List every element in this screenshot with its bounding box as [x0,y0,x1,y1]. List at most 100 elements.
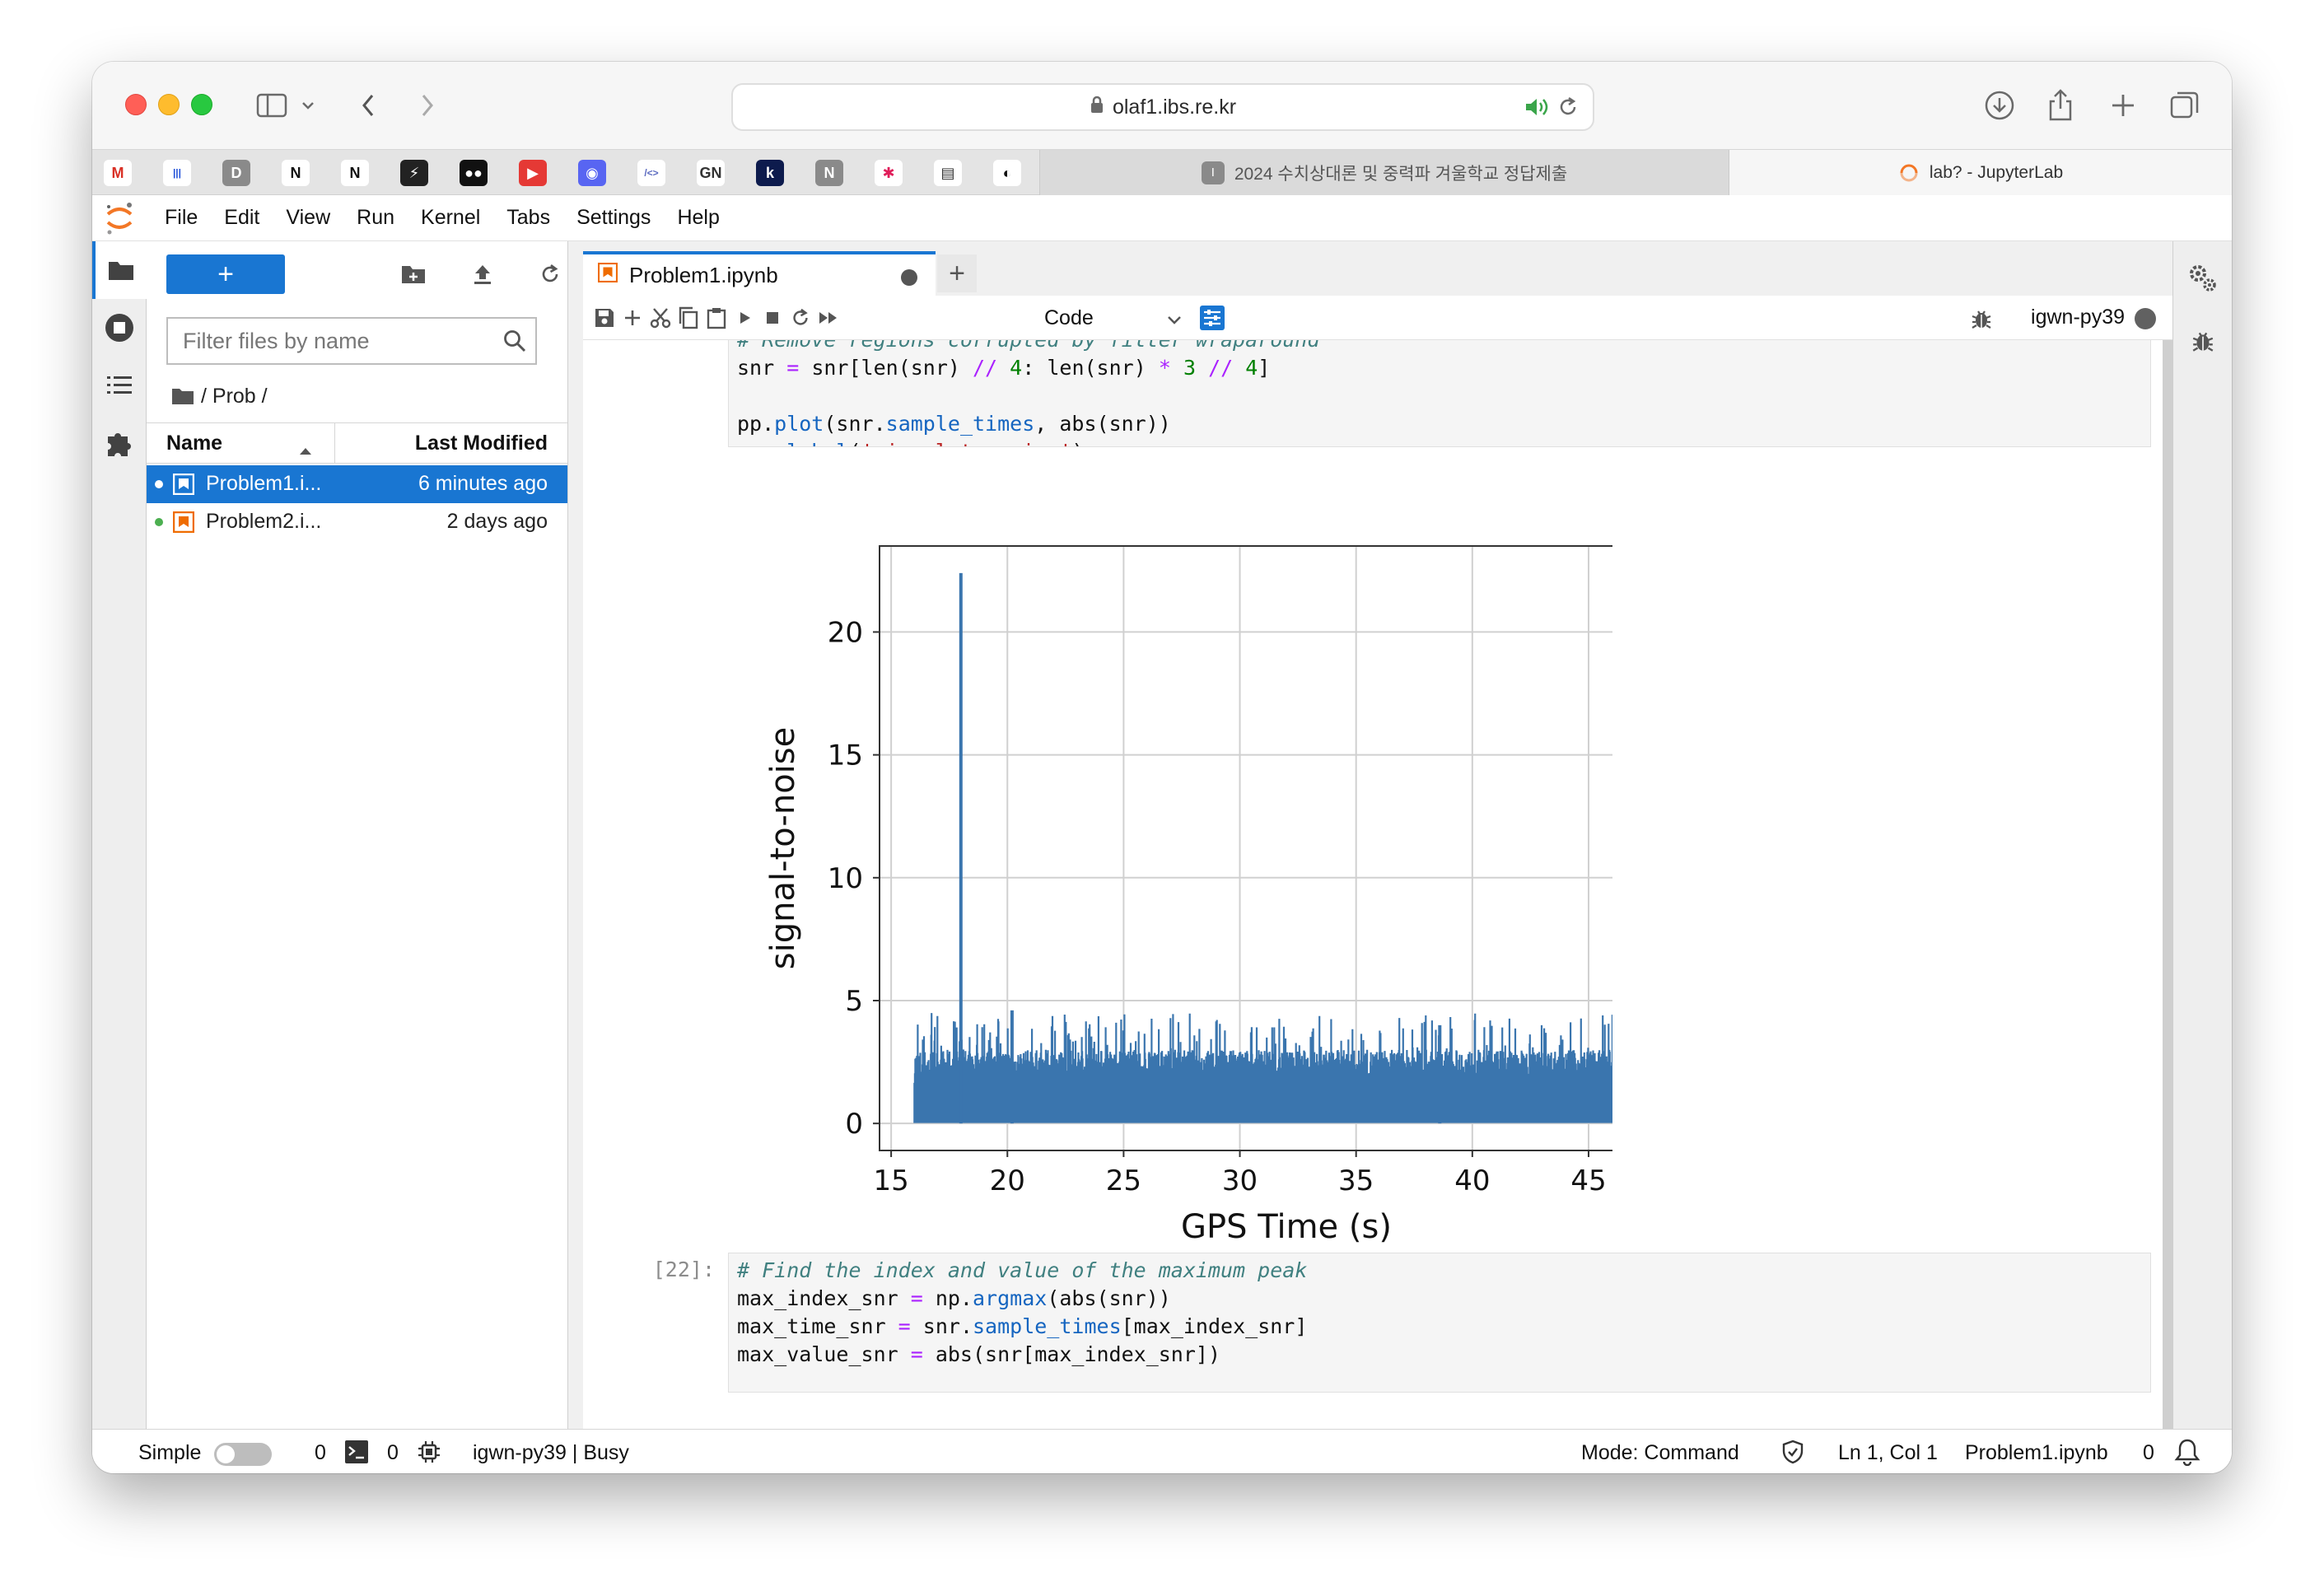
x-tick-label: 35 [1338,1164,1374,1197]
notion-icon[interactable]: N [282,160,310,186]
x-tick-label: 20 [990,1164,1025,1197]
notebook-tab[interactable]: Problem1.ipynb [583,251,936,296]
barcode-icon[interactable]: ||| [163,160,191,186]
slack-icon[interactable]: ✱ [875,160,903,186]
downloads-icon[interactable] [1981,86,2018,124]
close-window-button[interactable] [125,94,147,115]
new-launcher-button[interactable]: + [166,254,285,294]
property-inspector-gears-icon[interactable] [2173,250,2232,307]
run-cell-icon[interactable] [730,303,759,333]
save-icon[interactable] [590,303,619,333]
address-bar[interactable]: olaf1.ibs.re.kr [731,83,1594,131]
tab-jupyterlab[interactable]: lab? - JupyterLab [1729,150,2232,196]
gmail-icon[interactable]: M [104,160,132,186]
speaker-icon[interactable] [1524,95,1550,125]
interrupt-kernel-icon[interactable] [758,303,787,333]
github-icon[interactable]: ◐ [993,160,1021,186]
notification-bell-icon[interactable] [2174,1438,2200,1472]
forward-icon[interactable] [415,86,440,124]
share-icon[interactable] [2044,86,2077,124]
kernel-chip-icon[interactable] [417,1440,441,1470]
file-browser-tab-icon[interactable] [92,241,147,299]
terminals-count: 0 [315,1441,326,1464]
mode-indicator: Mode: Command [1581,1441,1739,1464]
sidebar-toggle-icon[interactable] [254,86,290,124]
cursor-position[interactable]: Ln 1, Col 1 [1838,1441,1938,1465]
running-sessions-icon[interactable] [92,299,147,357]
doc-icon[interactable]: ▤ [934,160,962,186]
menu-help[interactable]: Help [677,206,719,230]
restart-kernel-icon[interactable] [786,303,815,333]
refresh-icon[interactable] [535,259,565,289]
menu-tabs[interactable]: Tabs [506,206,550,230]
file-filter-input[interactable]: Filter files by name [166,317,537,365]
file-name: Problem2.i... [206,510,322,533]
d-icon[interactable]: D [222,160,250,186]
column-modified-header[interactable]: Last Modified [415,432,548,455]
breadcrumb[interactable]: / Prob / [171,380,268,413]
chevron-down-icon[interactable] [300,86,316,124]
x-tick-label: 15 [873,1164,908,1197]
y-tick-label: 0 [845,1108,863,1141]
notebook-scrollbar[interactable] [2163,340,2172,1429]
trusted-shield-icon[interactable] [1780,1440,1805,1470]
jupyter-logo-icon [92,195,147,241]
code-line: # Remove regions corrupted by filter wra… [737,340,2150,354]
youtube-icon[interactable]: ▶ [519,160,547,186]
notebook-panel[interactable]: # Remove regions corrupted by filter wra… [583,340,2172,1429]
menu-run[interactable]: Run [357,206,394,230]
insert-cell-icon[interactable] [618,303,647,333]
restart-run-all-icon[interactable] [814,303,843,333]
bolt-icon[interactable]: ⚡ [400,160,428,186]
minimize-window-button[interactable] [158,94,180,115]
terminal-icon[interactable] [344,1440,369,1470]
copy-icon[interactable] [674,303,703,333]
paste-icon[interactable] [702,303,731,333]
file-row-problem2[interactable]: Problem2.i... 2 days ago [147,503,567,541]
simple-mode-toggle[interactable] [214,1443,272,1466]
notebook-file-icon [172,473,195,496]
menu-kernel[interactable]: Kernel [421,206,480,230]
menu-view[interactable]: View [286,206,330,230]
kernel-name[interactable]: igwn-py39 [2031,306,2125,329]
code-cell-input[interactable]: # Remove regions corrupted by filter wra… [728,340,2151,447]
code-cell-input[interactable]: # Find the index and value of the maximu… [728,1253,2151,1393]
chevron-down-icon [1166,307,1183,331]
unsaved-dot-icon[interactable] [901,269,917,286]
notion-icon-2[interactable]: N [341,160,369,186]
new-tab-icon[interactable] [2107,86,2140,124]
sort-ascending-icon[interactable] [298,438,313,462]
menu-settings[interactable]: Settings [576,206,651,230]
file-row-problem1[interactable]: Problem1.i... 6 minutes ago [147,465,567,503]
code-icon[interactable]: /<> [637,160,665,186]
jupyter-spinner-icon [1898,162,1920,184]
menu-file[interactable]: File [165,206,198,230]
reload-icon[interactable] [1556,95,1580,125]
breadcrumb-path: / Prob / [201,384,268,408]
upload-icon[interactable] [468,259,497,289]
debugger-bug-icon[interactable] [1970,307,1993,334]
n-gray-icon[interactable]: N [815,160,843,186]
k-icon[interactable]: k [756,160,784,186]
property-inspector-icon[interactable] [1197,303,1227,333]
new-folder-icon[interactable] [399,259,428,289]
add-tab-button[interactable]: + [937,254,977,292]
menu-edit[interactable]: Edit [224,206,259,230]
notebook-file-icon [172,511,195,534]
kernel-status[interactable]: igwn-py39 | Busy [473,1441,629,1465]
table-of-contents-icon[interactable] [92,357,147,414]
medium-icon[interactable]: ●● [460,160,488,186]
file-modified: 6 minutes ago [418,472,548,495]
cell-type-dropdown[interactable]: Code [1044,304,1183,332]
tab-winter-school[interactable]: I 2024 수치상대론 및 중력파 겨울학교 정답제출 [1039,150,1729,195]
geeknews-icon[interactable]: GN [697,160,725,186]
zoom-window-button[interactable] [191,94,212,115]
cut-icon[interactable] [646,303,675,333]
extensions-puzzle-icon[interactable] [92,414,147,472]
back-icon[interactable] [356,86,380,124]
discord-icon[interactable]: ◉ [578,160,606,186]
column-name-header[interactable]: Name [166,432,222,455]
column-separator [334,423,335,463]
debugger-panel-icon[interactable] [2173,312,2232,370]
tab-overview-icon[interactable] [2168,86,2202,124]
